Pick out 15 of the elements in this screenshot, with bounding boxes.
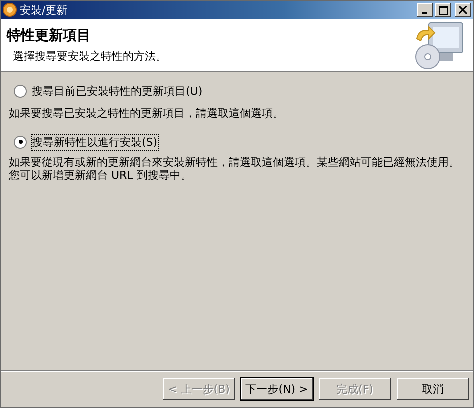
wizard-button[interactable]: 下一步(N) > (241, 378, 313, 400)
maximize-button[interactable] (435, 3, 451, 17)
close-icon (459, 6, 467, 14)
option-description: 如果要從現有或新的更新網台來安裝新特性，請選取這個選項。某些網站可能已經無法使用。您可以新增更新網台 URL 到搜尋中。 (9, 156, 461, 182)
app-icon (3, 3, 17, 17)
close-button[interactable] (455, 3, 471, 17)
maximize-icon (438, 6, 448, 14)
wizard-button[interactable]: 取消 (397, 378, 469, 400)
minimize-button[interactable] (417, 3, 433, 17)
radio-option[interactable]: 搜尋新特性以進行安裝(S) (13, 134, 159, 150)
page-title: 特性更新項目 (7, 26, 92, 44)
radio-option[interactable]: 搜尋目前已安裝特性的更新項目(U) (13, 84, 204, 99)
window-title: 安裝/更新 (20, 2, 68, 18)
page-description: 選擇搜尋要安裝之特性的方法。 (13, 48, 168, 64)
option-description: 如果要搜尋已安裝之特性的更新項目，請選取這個選項。 (9, 107, 285, 120)
